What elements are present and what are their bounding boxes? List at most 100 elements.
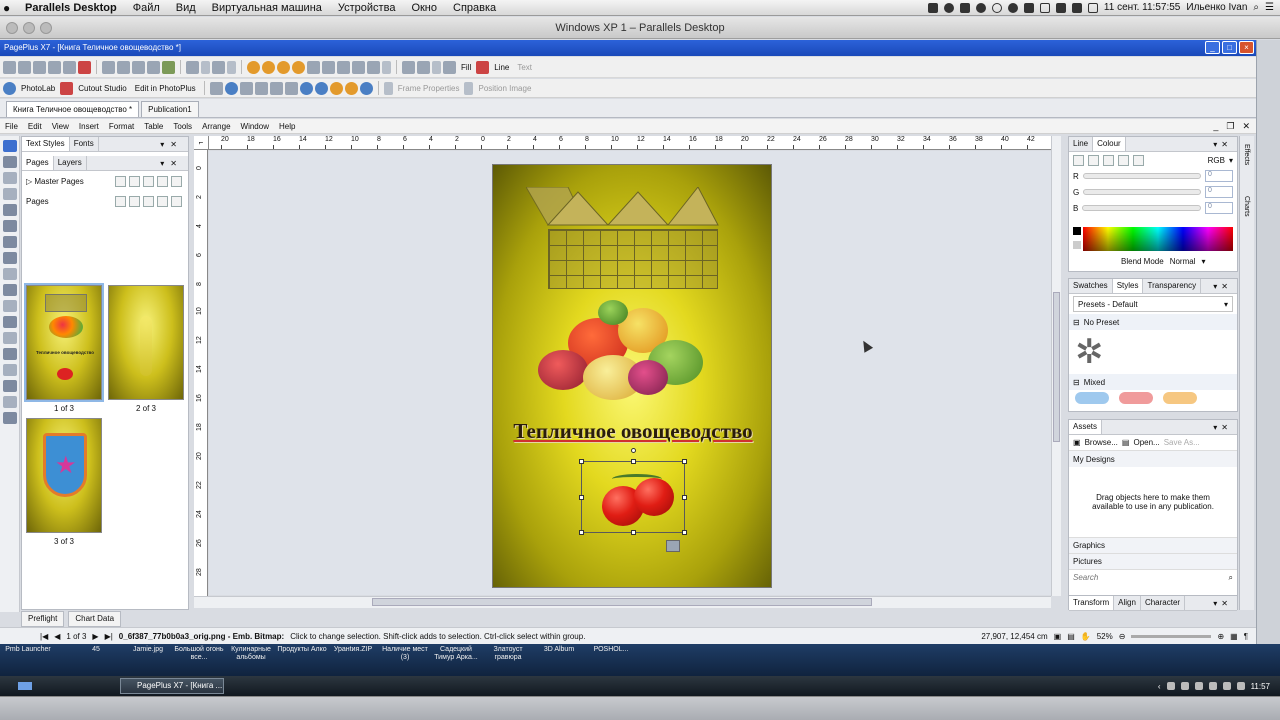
timemachine-tray-icon[interactable]: [1007, 2, 1018, 13]
connector-tool-icon[interactable]: [3, 268, 17, 280]
frame-properties-button[interactable]: Frame Properties: [395, 84, 463, 93]
zoom-out-icon[interactable]: ⊖: [1119, 632, 1126, 641]
page-settings-icon[interactable]: [157, 195, 168, 207]
dropbox-tray-icon[interactable]: [959, 2, 970, 13]
selected-tomato-image[interactable]: [579, 448, 687, 552]
crop-icon[interactable]: [239, 81, 253, 95]
no-colour-swatch[interactable]: [1073, 241, 1081, 249]
taskbar-pageplus[interactable]: PagePlus X7 - [Книга ...: [120, 678, 224, 694]
language-flag-icon[interactable]: [1055, 2, 1066, 13]
desktop-icon[interactable]: Уранtия.ZIP: [327, 646, 379, 654]
tab-transparency[interactable]: Transparency: [1143, 279, 1202, 293]
tab-line[interactable]: Line: [1069, 137, 1094, 151]
redo-dropdown-icon[interactable]: [227, 60, 236, 74]
panel-controls-icon[interactable]: ▾✕: [1213, 140, 1237, 149]
paste-icon[interactable]: [132, 60, 145, 74]
desktop-icon[interactable]: Златоуст гравюра: [482, 646, 534, 662]
horizontal-scrollbar[interactable]: [194, 596, 1051, 608]
document-page[interactable]: Тепличное овощеводство: [492, 164, 772, 588]
last-page-icon[interactable]: ▶|: [105, 632, 113, 641]
green-slider[interactable]: [1083, 189, 1201, 195]
swap-colour-icon[interactable]: [1133, 154, 1144, 166]
tab-effects[interactable]: Effects: [1243, 144, 1250, 165]
chevron-down-icon[interactable]: ▾: [1229, 156, 1233, 165]
expand-icon[interactable]: ▷: [26, 177, 34, 186]
tray-icon[interactable]: [1236, 682, 1245, 690]
desktop-icon[interactable]: Садецкий Тимур Арка...: [430, 646, 482, 662]
duplicate-master-icon[interactable]: [143, 175, 154, 187]
paragraph-icon[interactable]: ¶: [1244, 632, 1248, 641]
taskbar-clock[interactable]: 11:57: [1251, 682, 1270, 691]
eraser-tool-icon[interactable]: [3, 412, 17, 424]
chevron-down-icon[interactable]: ▾: [1201, 257, 1205, 266]
contrast-icon[interactable]: [314, 81, 328, 95]
pen-tool-icon[interactable]: [3, 236, 17, 248]
print-icon[interactable]: [48, 60, 61, 74]
master-settings-icon[interactable]: [157, 175, 168, 187]
mac-menu-devices[interactable]: Устройства: [330, 2, 404, 14]
style-swatch-blue[interactable]: [1075, 392, 1109, 404]
menu-format[interactable]: Format: [104, 122, 139, 131]
wifi-tray-icon[interactable]: [1039, 2, 1050, 13]
line-button[interactable]: Line: [491, 63, 512, 72]
desktop-icon[interactable]: РОSHOL...: [585, 646, 637, 654]
battery-tray-icon[interactable]: [1087, 2, 1098, 13]
brightness-icon[interactable]: [299, 81, 313, 95]
zoom-window-icon[interactable]: [40, 22, 52, 34]
align-icon[interactable]: [307, 60, 320, 74]
picture-effects-icon[interactable]: [269, 81, 283, 95]
rotate-handle[interactable]: [631, 448, 636, 453]
doc-close-icon[interactable]: ✕: [1242, 121, 1250, 132]
tray-icon[interactable]: [1180, 682, 1189, 690]
pan-hand-icon[interactable]: ✋: [1081, 632, 1091, 641]
page-view-icon[interactable]: [171, 195, 182, 207]
tab-charts[interactable]: Charts: [1243, 196, 1250, 217]
graphics-label[interactable]: Graphics: [1073, 541, 1105, 550]
page-heading[interactable]: Тепличное овощеводство: [493, 419, 771, 444]
wrap-icon[interactable]: [402, 60, 415, 74]
close-window-icon[interactable]: [6, 22, 18, 34]
browse-button[interactable]: Browse...: [1085, 438, 1118, 447]
zoom-in-icon[interactable]: ⊕: [1217, 632, 1224, 641]
mac-menu-view[interactable]: Вид: [168, 2, 204, 14]
line-swatch-icon[interactable]: [1088, 154, 1099, 166]
page-thumbnail-1[interactable]: Тепличное овощеводство: [24, 283, 104, 402]
assets-search-input[interactable]: [1073, 571, 1225, 584]
blend-mode-select[interactable]: Normal: [1170, 257, 1196, 266]
desktop-icon[interactable]: Jamie.jpg: [122, 646, 174, 654]
mac-user[interactable]: Ильенко Ivan: [1186, 2, 1247, 13]
text-swatch-icon[interactable]: [1103, 154, 1114, 166]
colour-model-select[interactable]: RGB: [1208, 156, 1225, 165]
sync-tray-icon[interactable]: [991, 2, 1002, 13]
black-swatch[interactable]: [1073, 227, 1081, 235]
blue-value-input[interactable]: 0: [1205, 202, 1233, 214]
desktop-icon[interactable]: Большой огонь все...: [173, 646, 225, 662]
style-swatch-red[interactable]: [1119, 392, 1153, 404]
close-icon[interactable]: ×: [1239, 41, 1254, 54]
duplicate-page-icon[interactable]: [143, 195, 154, 207]
save-icon[interactable]: [33, 60, 46, 74]
resize-handle-n[interactable]: [631, 459, 636, 464]
menu-insert[interactable]: Insert: [74, 122, 104, 131]
start-button[interactable]: [10, 678, 40, 694]
collapse-icon[interactable]: ⊟: [1073, 378, 1080, 387]
photolab-icon[interactable]: [3, 81, 16, 95]
resize-handle-e[interactable]: [682, 495, 687, 500]
ungroup-icon[interactable]: [337, 60, 350, 74]
tab-assets[interactable]: Assets: [1069, 420, 1103, 434]
desktop-icon[interactable]: 45: [70, 646, 122, 654]
view-mode-icon[interactable]: ▦: [1230, 632, 1238, 641]
panel-controls-icon[interactable]: ▾✕: [1213, 423, 1237, 432]
resize-handle-nw[interactable]: [579, 459, 584, 464]
presets-select[interactable]: Presets - Default: [1078, 300, 1138, 309]
colour-spectrum[interactable]: [1083, 227, 1233, 251]
cutout-studio-icon[interactable]: [60, 81, 74, 95]
open-icon[interactable]: [18, 60, 31, 74]
copy-icon[interactable]: [117, 60, 130, 74]
volume-tray-icon[interactable]: [1071, 2, 1082, 13]
parallels-tray-icon[interactable]: [927, 2, 938, 13]
flip-icon[interactable]: [367, 60, 380, 74]
apple-icon[interactable]: ●: [3, 1, 17, 15]
first-page-icon[interactable]: |◀: [40, 632, 48, 641]
text-button[interactable]: Text: [514, 63, 535, 72]
